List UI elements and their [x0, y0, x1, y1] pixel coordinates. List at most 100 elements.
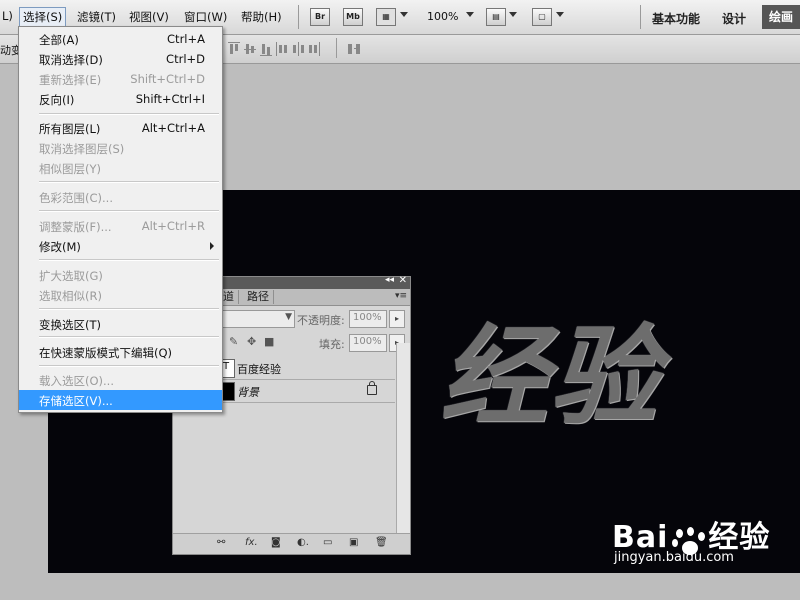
menu-item-similar-layers: 相似图层(Y) — [19, 158, 222, 178]
adjustment-icon[interactable]: ◐. — [297, 537, 309, 548]
trash-icon[interactable]: 🗑 — [375, 537, 388, 548]
opacity-label: 不透明度: — [297, 314, 345, 327]
screen-mode-icon[interactable]: ▢ — [532, 8, 552, 26]
fill-value: 100% — [353, 336, 382, 347]
lock-icon — [367, 381, 377, 395]
menu-item-shortcut: Ctrl+A — [167, 32, 205, 46]
auto-align-layers-icon[interactable] — [348, 42, 360, 56]
menu-window[interactable]: 窗口(W) — [184, 9, 227, 25]
menu-item-grow: 扩大选取(G) — [19, 265, 222, 285]
select-menu-dropdown: 全部(A) Ctrl+A 取消选择(D) Ctrl+D 重新选择(E) Shift+C… — [18, 26, 223, 413]
watermark-url: jingyan.baidu.com — [614, 550, 734, 565]
distribute-left-icon[interactable] — [276, 42, 288, 56]
menu-item-reselect: 重新选择(E) Shift+Ctrl+D — [19, 69, 222, 89]
menu-item-color-range: 色彩范围(C)... — [19, 187, 222, 207]
lock-position-icon[interactable]: ✥ — [247, 335, 256, 348]
menu-separator — [39, 259, 219, 261]
menu-item-label: 在快速蒙版模式下编辑(Q) — [39, 346, 173, 360]
arrange-documents-icon[interactable]: ▤ — [486, 8, 506, 26]
menu-item-modify[interactable]: 修改(M) — [19, 236, 222, 256]
menu-item-shortcut: Alt+Ctrl+R — [141, 219, 205, 233]
menu-item-all-layers[interactable]: 所有图层(L) Alt+Ctrl+A — [19, 118, 222, 138]
new-layer-icon[interactable]: ▣ — [349, 537, 358, 548]
menu-separator — [39, 336, 219, 338]
mask-icon[interactable]: ◙ — [271, 537, 281, 548]
fill-field[interactable]: 100% — [349, 334, 387, 352]
menu-item-label: 存储选区(V)... — [39, 394, 113, 408]
view-extras-icon[interactable]: ▦ — [376, 8, 396, 26]
menu-item-label: 修改(M) — [39, 240, 81, 254]
menu-separator — [39, 210, 219, 212]
menu-item-label: 选取相似(R) — [39, 289, 102, 303]
menu-item-deselect[interactable]: 取消选择(D) Ctrl+D — [19, 49, 222, 69]
align-vcenter-icon[interactable] — [244, 42, 256, 56]
menu-item-label: 全部(A) — [39, 33, 79, 47]
opacity-slider-button[interactable]: ▸ — [389, 310, 405, 328]
menu-separator — [39, 113, 219, 115]
chevron-down-icon[interactable] — [509, 12, 517, 17]
menu-item-refine-mask: 调整蒙版(F)... Alt+Ctrl+R — [19, 216, 222, 236]
distribute-right-icon[interactable] — [308, 42, 320, 56]
workspace-essentials[interactable]: 基本功能 — [652, 10, 700, 27]
tab-paths[interactable]: 路径 — [243, 290, 274, 304]
workspace-painting[interactable]: 绘画 — [762, 5, 800, 29]
minibridge-icon[interactable]: Mb — [343, 8, 363, 26]
fx-icon[interactable]: fx. — [245, 537, 258, 548]
menu-item-inverse[interactable]: 反向(I) Shift+Ctrl+I — [19, 89, 222, 109]
lock-pixels-icon[interactable]: ✎ — [229, 335, 238, 348]
menu-item-label: 调整蒙版(F)... — [39, 220, 112, 234]
submenu-arrow-icon — [210, 242, 214, 250]
menu-item-label: 重新选择(E) — [39, 73, 102, 87]
folder-icon[interactable]: ▭ — [323, 537, 332, 548]
menu-item-label: 反向(I) — [39, 93, 75, 107]
menu-help[interactable]: 帮助(H) — [241, 9, 282, 25]
bridge-icon[interactable]: Br — [310, 8, 330, 26]
menu-edit-partial[interactable]: L) — [2, 9, 13, 23]
menu-item-shortcut: Alt+Ctrl+A — [141, 121, 205, 135]
separator — [336, 38, 337, 58]
link-icon[interactable]: ⚯ — [217, 537, 225, 548]
menu-item-all[interactable]: 全部(A) Ctrl+A — [19, 29, 222, 49]
menu-item-similar: 选取相似(R) — [19, 285, 222, 305]
chevron-down-icon[interactable] — [556, 12, 564, 17]
canvas-text: 经验 — [440, 314, 661, 440]
chevron-down-icon[interactable] — [466, 12, 474, 17]
distribute-hcenter-icon[interactable] — [292, 42, 304, 56]
lock-all-icon[interactable]: ■ — [264, 335, 274, 348]
workspace-design[interactable]: 设计 — [722, 10, 746, 27]
menu-separator — [39, 365, 219, 367]
menu-filter[interactable]: 滤镜(T) — [77, 9, 116, 25]
layer-name[interactable]: 百度经验 — [237, 361, 281, 377]
menu-separator — [39, 308, 219, 310]
opacity-field[interactable]: 100% — [349, 310, 387, 328]
panel-menu-icon[interactable]: ▾≡ — [395, 291, 407, 301]
panel-footer: ⚯ fx. ◙ ◐. ▭ ▣ 🗑 — [173, 533, 410, 554]
menu-item-shortcut: Ctrl+D — [166, 52, 205, 66]
baidu-watermark: Bai 经验 jingyan.baidu.com — [612, 512, 770, 565]
menu-item-label: 所有图层(L) — [39, 122, 101, 136]
menu-item-label: 取消选择(D) — [39, 53, 103, 67]
layer-name[interactable]: 背景 — [237, 384, 259, 400]
menu-item-label: 扩大选取(G) — [39, 269, 103, 283]
menu-view[interactable]: 视图(V) — [129, 9, 169, 25]
fill-label: 填充: — [319, 338, 345, 351]
blend-mode-select[interactable]: ▼ — [219, 310, 295, 328]
align-top-icon[interactable] — [228, 42, 240, 56]
menu-item-label: 取消选择图层(S) — [39, 142, 125, 156]
align-bottom-icon[interactable] — [260, 42, 272, 56]
menu-item-quick-mask[interactable]: 在快速蒙版模式下编辑(Q) — [19, 342, 222, 362]
menu-item-shortcut: Shift+Ctrl+D — [130, 72, 205, 86]
menu-select[interactable]: 选择(S) — [19, 7, 67, 27]
zoom-level[interactable]: 100% — [427, 10, 458, 23]
collapse-icon[interactable]: ◂◂ — [385, 275, 394, 285]
chevron-down-icon[interactable] — [400, 12, 408, 17]
separator — [640, 5, 641, 29]
layers-scrollbar[interactable]: ▼ — [396, 343, 410, 547]
separator — [298, 5, 299, 29]
menu-item-label: 载入选区(O)... — [39, 374, 114, 388]
opacity-value: 100% — [353, 312, 382, 323]
menu-item-save-selection[interactable]: 存储选区(V)... — [19, 390, 222, 410]
menu-item-label: 相似图层(Y) — [39, 162, 101, 176]
close-icon[interactable]: ✕ — [399, 275, 407, 286]
menu-item-transform-selection[interactable]: 变换选区(T) — [19, 314, 222, 334]
